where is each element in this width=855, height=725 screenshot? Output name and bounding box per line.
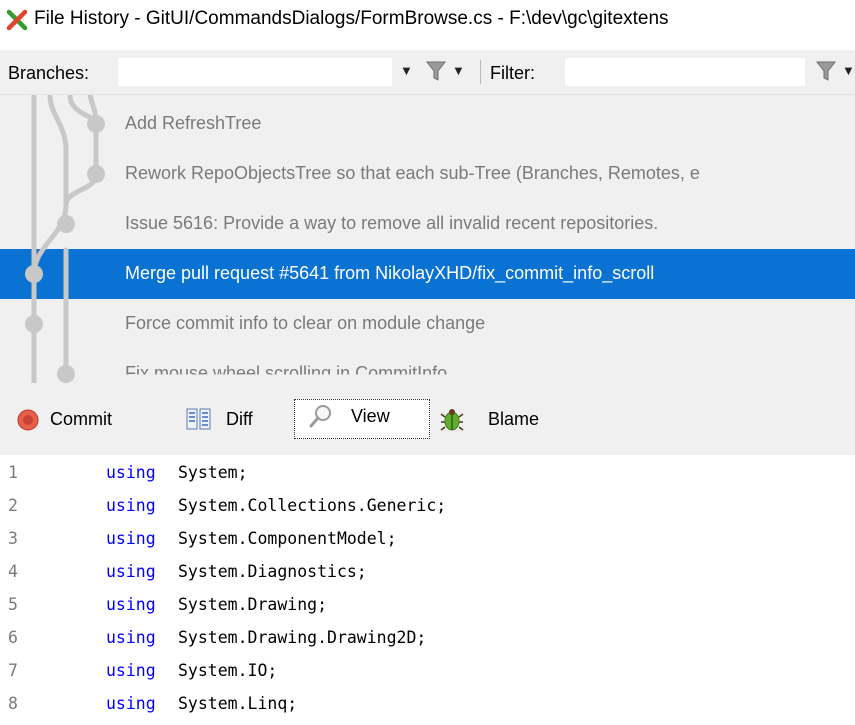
filter-input[interactable] [565,58,805,86]
tab-label: Commit [50,409,112,429]
code-line: 1 using System; [0,463,855,490]
commit-row-selected[interactable]: Merge pull request #5641 from NikolayXHD… [0,249,855,299]
keyword: using [106,595,156,614]
code-line: 7 using System.IO; [0,661,855,688]
namespace: System; [178,463,248,482]
line-number: 3 [8,529,18,548]
code-line: 5 using System.Drawing; [0,595,855,622]
revision-grid: Add RefreshTree Rework RepoObjectsTree s… [0,95,855,383]
tab-label: Blame [488,409,540,429]
branches-combo[interactable] [118,58,392,86]
commit-message: Fix mouse wheel scrolling in CommitInfo [125,363,448,383]
commit-message: Rework RepoObjectsTree so that each sub-… [125,163,700,183]
namespace: System.Drawing; [178,595,328,614]
graph-lane [47,95,69,208]
tab-blame[interactable]: Blame [430,401,562,437]
namespace: System.ComponentModel; [178,529,397,548]
tab-strip: Commit Diff View Blame [0,383,855,455]
keyword: using [106,496,156,515]
code-line: 4 using System.Diagnostics; [0,562,855,589]
keyword: using [106,694,156,713]
magnifier-icon [309,405,331,428]
commit-node-selected [25,265,43,283]
commit-graph [25,95,105,383]
toolbar-separator [480,60,481,84]
window-title: File History - GitUI/CommandsDialogs/For… [34,8,669,29]
chevron-down-icon[interactable]: ▼ [400,63,413,78]
namespace: System.Linq; [178,694,298,713]
code-line: 3 using System.ComponentModel; [0,529,855,556]
tab-diff[interactable]: Diff [178,401,290,437]
commit-row[interactable]: Force commit info to clear on module cha… [0,299,855,349]
branch-filter-funnel-icon[interactable] [425,59,447,83]
commit-message: Issue 5616: Provide a way to remove all … [125,213,659,233]
keyword: using [106,529,156,548]
tab-commit[interactable]: Commit [10,401,168,437]
commit-node [87,115,105,133]
code-line: 8 using System.Linq; [0,694,855,721]
title-bar: File History - GitUI/CommandsDialogs/For… [0,0,855,38]
line-number: 2 [8,496,18,515]
commit-message: Merge pull request #5641 from NikolayXHD… [125,263,655,283]
tab-label: View [351,406,390,426]
commit-row[interactable]: Issue 5616: Provide a way to remove all … [0,199,855,249]
file-view[interactable]: 1 using System; 2 using System.Collections.G… [0,455,855,725]
code-line: 2 using System.Collections.Generic; [0,496,855,523]
commit-message: Force commit info to clear on module cha… [125,313,486,333]
commit-node [87,165,105,183]
line-number: 4 [8,562,18,581]
commit-node [57,215,75,233]
commit-icon [17,409,39,431]
tab-label: Diff [226,409,253,429]
line-number: 8 [8,694,18,713]
commit-message: Add RefreshTree [125,113,262,133]
chevron-down-icon[interactable]: ▼ [452,63,465,78]
diff-icon [186,408,211,430]
filter-toolbar: Branches: ▼ ▼ Filter: ▼ [0,50,855,95]
keyword: using [106,562,156,581]
tab-view[interactable]: View [294,399,430,439]
revision-filter-funnel-icon[interactable] [815,59,837,83]
namespace: System.Collections.Generic; [178,496,447,515]
commit-row[interactable]: Add RefreshTree [0,99,855,149]
line-number: 5 [8,595,18,614]
namespace: System.Diagnostics; [178,562,367,581]
graph-merge-line [31,202,69,278]
code-line: 6 using System.Drawing.Drawing2D; [0,628,855,655]
line-number: 6 [8,628,18,647]
commit-row[interactable]: Rework RepoObjectsTree so that each sub-… [0,149,855,199]
branches-label: Branches: [8,63,90,83]
commit-node [57,365,75,383]
bug-icon [440,409,464,431]
line-number: 7 [8,661,18,680]
commit-row[interactable]: Fix mouse wheel scrolling in CommitInfo [0,349,855,383]
keyword: using [106,628,156,647]
gitextensions-logo-icon [6,9,28,31]
keyword: using [106,463,156,482]
filter-label: Filter: [490,63,535,83]
chevron-down-icon[interactable]: ▼ [842,63,855,78]
namespace: System.IO; [178,661,278,680]
line-number: 1 [8,463,18,482]
namespace: System.Drawing.Drawing2D; [178,628,427,647]
commit-node [25,315,43,333]
keyword: using [106,661,156,680]
